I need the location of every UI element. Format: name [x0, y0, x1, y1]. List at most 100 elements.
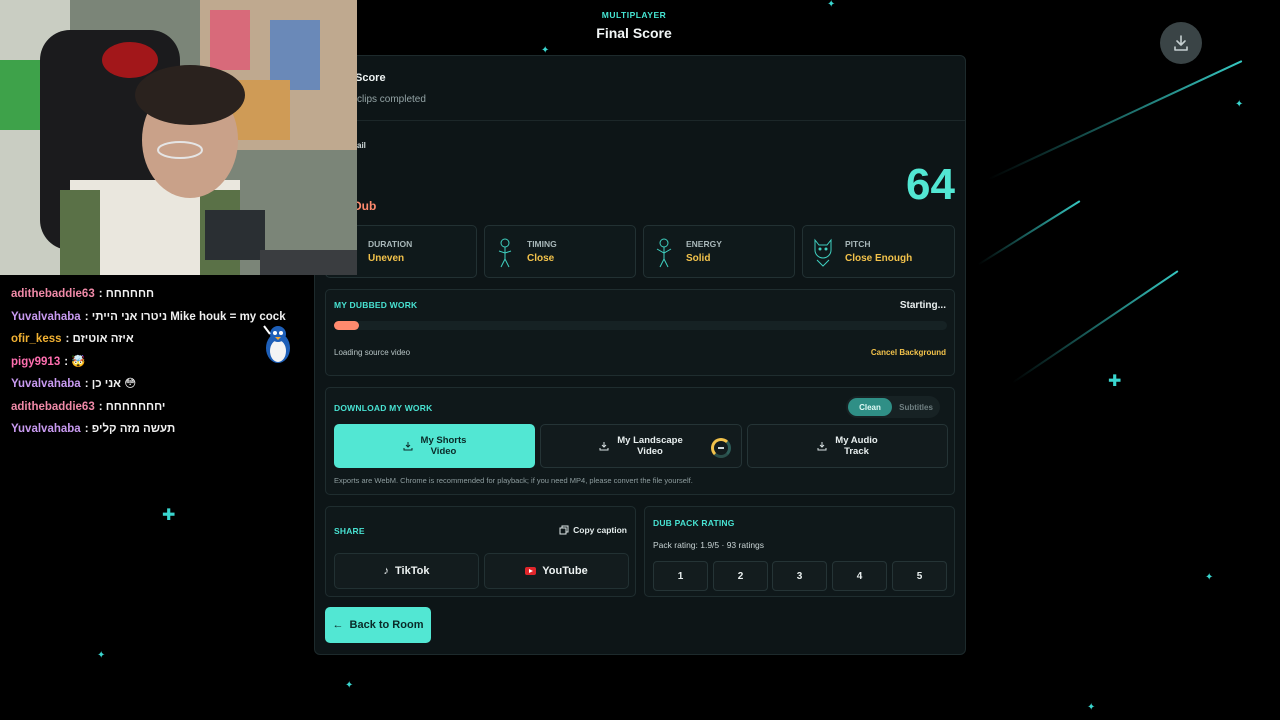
share-heading: SHARE: [334, 526, 365, 536]
metric-card-pitch: PITCH Close Enough: [802, 225, 955, 278]
tiktok-label: TikTok: [395, 565, 430, 577]
rating-button-3[interactable]: 3: [772, 561, 827, 591]
share-tiktok-button[interactable]: ♪ TikTok: [334, 553, 479, 589]
button-label-line: My Shorts: [420, 435, 467, 446]
download-icon: [817, 442, 827, 451]
download-shorts-button[interactable]: My Shorts Video: [334, 424, 535, 468]
download-icon: [599, 442, 609, 451]
score-heading: Score: [355, 72, 386, 84]
download-card: DOWNLOAD MY WORK Clean Subtitles My Shor…: [325, 387, 955, 495]
shooting-star: [977, 200, 1081, 266]
chat-message: adithebaddie63: חחחחחח: [11, 287, 311, 310]
total-score: 64: [906, 160, 955, 209]
rating-card: DUB PACK RATING Pack rating: 1.9/5 · 93 …: [644, 506, 955, 597]
sparkle-star: ✦: [827, 0, 836, 10]
back-to-room-button[interactable]: ← Back to Room: [325, 607, 431, 643]
chat-username[interactable]: Yuvalvahaba: [11, 378, 81, 390]
sparkle-star: ✦: [345, 680, 354, 691]
progress-bar: [334, 321, 947, 330]
chat-username[interactable]: ofir_kess: [11, 333, 62, 345]
progress-message: Loading source video: [334, 348, 411, 357]
chat-text: : איזה אוטיזם: [65, 333, 134, 345]
tiktok-icon: ♪: [383, 565, 390, 577]
loading-spinner-icon: [711, 438, 731, 458]
button-label-line: Video: [430, 446, 457, 457]
arrow-left-icon: ←: [332, 619, 344, 631]
metric-value: Solid: [686, 253, 711, 264]
webcam-overlay: [0, 0, 357, 275]
chat-username[interactable]: adithebaddie63: [11, 401, 95, 413]
score-subtitle: clips completed: [357, 94, 426, 105]
chat-message: Yuvalvahaba: אני כן 😳: [11, 377, 311, 400]
metric-label: PITCH: [845, 239, 871, 249]
sparkle-star: ✦: [1087, 702, 1096, 713]
metric-label: ENERGY: [686, 239, 722, 249]
button-label-line: My Landscape: [617, 435, 683, 446]
dubbed-work-card: MY DUBBED WORK Starting... Loading sourc…: [325, 289, 955, 376]
metric-card-energy: ENERGY Solid: [643, 225, 795, 278]
download-heading: DOWNLOAD MY WORK: [334, 403, 433, 413]
cancel-background-button[interactable]: Cancel Background: [871, 348, 946, 357]
chat-username[interactable]: Yuvalvahaba: [11, 311, 81, 323]
metric-label: TIMING: [527, 239, 557, 249]
metric-cards: DURATION Uneven TIMING Close ENERGY Soli…: [315, 225, 957, 279]
metric-value: Close: [527, 253, 555, 264]
render-status: Starting...: [899, 300, 946, 311]
final-score-panel: Score clips completed ail Dub 64 DURATIO…: [314, 55, 966, 655]
character-figure-icon: [656, 238, 672, 268]
back-label: Back to Room: [349, 619, 424, 631]
shooting-star: [987, 60, 1243, 181]
sparkle-star: ✦: [1205, 572, 1214, 583]
toggle-option-subtitles[interactable]: Subtitles: [894, 398, 938, 416]
button-label-line: My Audio: [835, 435, 878, 446]
button-label-line: Video: [637, 446, 663, 457]
chat-text: : יחחחחחחח: [98, 400, 166, 413]
chat-username[interactable]: adithebaddie63: [11, 288, 95, 300]
dubbed-work-heading: MY DUBBED WORK: [334, 300, 418, 310]
rating-summary: Pack rating: 1.9/5 · 93 ratings: [653, 540, 765, 550]
metric-value: Close Enough: [845, 253, 913, 264]
chat-text: : חחחחחח: [98, 288, 155, 300]
chat-text: : 🤯: [64, 355, 86, 368]
penguin-emote-icon: [263, 325, 290, 363]
shooting-star: [1011, 270, 1179, 384]
sparkle-star: ✚: [1108, 373, 1122, 390]
copy-icon: [559, 525, 569, 535]
button-label-line: Track: [844, 446, 869, 457]
detail-tab[interactable]: ail: [357, 141, 366, 150]
progress-fill: [334, 321, 359, 330]
chat-username[interactable]: Yuvalvahaba: [11, 423, 81, 435]
youtube-icon: [525, 567, 537, 575]
chat-text: : תעשה מזה קליפ: [84, 423, 176, 435]
youtube-label: YouTube: [542, 565, 588, 577]
chat-username[interactable]: pigy9913: [11, 356, 60, 368]
chat-text: : אני כן 😳: [84, 378, 137, 390]
chat-text: : ניטרו אני הייתי Mike houk = my cock: [84, 310, 286, 323]
copy-caption-label: Copy caption: [573, 525, 627, 535]
metric-value: Uneven: [368, 253, 405, 264]
metric-label: DURATION: [368, 239, 413, 249]
chat-message: adithebaddie63: יחחחחחחח: [11, 400, 311, 423]
character-figure-icon: [498, 238, 512, 268]
sparkle-star: ✚: [162, 507, 176, 524]
download-icon: [403, 442, 413, 451]
rating-button-5[interactable]: 5: [892, 561, 947, 591]
rating-button-1[interactable]: 1: [653, 561, 708, 591]
rating-heading: DUB PACK RATING: [653, 518, 735, 528]
metric-card-timing: TIMING Close: [484, 225, 636, 278]
sparkle-star: ✦: [97, 650, 106, 661]
share-card: SHARE Copy caption ♪ TikTok YouTube: [325, 506, 636, 597]
sparkle-star: ✦: [1235, 99, 1244, 110]
rating-button-4[interactable]: 4: [832, 561, 887, 591]
rating-button-2[interactable]: 2: [713, 561, 768, 591]
copy-caption-button[interactable]: Copy caption: [559, 525, 627, 535]
download-audio-button[interactable]: My Audio Track: [747, 424, 948, 468]
character-figure-icon: [814, 238, 832, 267]
share-youtube-button[interactable]: YouTube: [484, 553, 629, 589]
subtitle-toggle[interactable]: Clean Subtitles: [846, 396, 940, 418]
streamer-camera-feed: [0, 0, 357, 275]
download-landscape-button[interactable]: My Landscape Video: [540, 424, 742, 468]
toggle-option-clean[interactable]: Clean: [848, 398, 892, 416]
export-note: Exports are WebM. Chrome is recommended …: [334, 476, 693, 485]
divider: [315, 120, 965, 121]
